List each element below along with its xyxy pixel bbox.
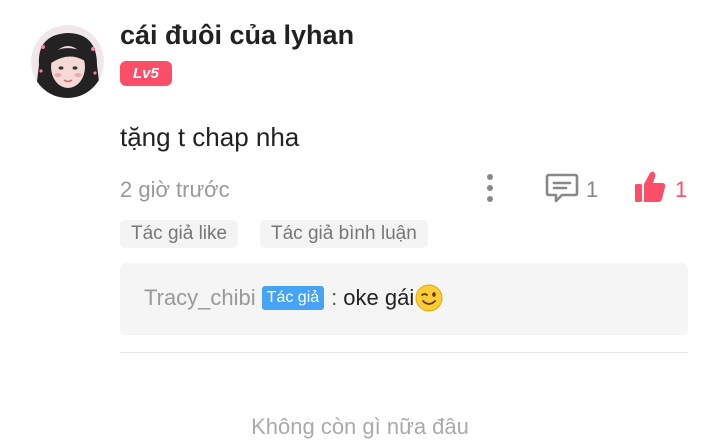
level-badge: Lv5 [120, 61, 172, 86]
reply-line: Tracy_chibi Tác giả : oke gái [144, 284, 443, 312]
winking-face-icon [415, 284, 443, 312]
comment-username[interactable]: cái đuôi của lyhan [120, 20, 354, 51]
more-vertical-icon[interactable] [479, 172, 501, 204]
comment-timestamp: 2 giờ trước [120, 177, 230, 202]
author-badge: Tác giả [261, 286, 325, 310]
more-dot [487, 196, 493, 202]
comment-text: tặng t chap nha [120, 122, 300, 152]
author-reply-box[interactable]: Tracy_chibi Tác giả : oke gái [120, 263, 688, 335]
reply-text: oke gái [343, 285, 415, 310]
more-dot [487, 185, 493, 191]
end-of-list-text: Không còn gì nữa đâu [251, 414, 469, 439]
author-liked-tag: Tác giả like [120, 220, 239, 248]
reply-count[interactable]: 1 [586, 177, 598, 203]
divider [120, 352, 688, 353]
avatar-image [31, 25, 104, 98]
avatar[interactable] [31, 25, 104, 98]
more-dot [487, 174, 493, 180]
reply-separator: : [331, 285, 338, 310]
reply-username[interactable]: Tracy_chibi [144, 285, 256, 311]
author-replied-tag: Tác giả bình luận [260, 220, 428, 248]
comment-icon[interactable] [545, 172, 579, 209]
like-count[interactable]: 1 [675, 177, 687, 203]
thumbs-up-icon[interactable] [633, 170, 667, 209]
